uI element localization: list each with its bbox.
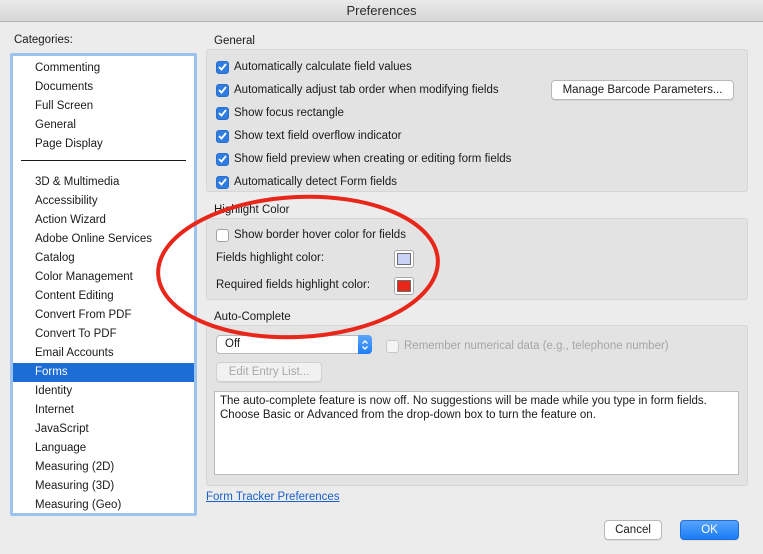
category-adobe-online-services[interactable]: Adobe Online Services [13,230,194,249]
checkmark-icon [218,155,227,163]
ok-button[interactable]: OK [680,520,739,540]
checkbox-auto-calculate[interactable] [216,60,229,74]
category-full-screen[interactable]: Full Screen [13,97,194,116]
autocomplete-section-title: Auto-Complete [214,311,291,323]
autocomplete-select-value: Off [225,338,241,350]
option-label: Remember numerical data (e.g., telephone… [404,340,669,352]
fields-highlight-label: Fields highlight color: [216,252,325,264]
form-tracker-preferences-link[interactable]: Form Tracker Preferences [206,491,340,503]
option-label: Show text field overflow indicator [234,130,402,142]
category-convert-to-pdf[interactable]: Convert To PDF [13,325,194,344]
category-convert-from-pdf[interactable]: Convert From PDF [13,306,194,325]
category-action-wizard[interactable]: Action Wizard [13,211,194,230]
title-bar: Preferences [0,0,763,22]
updown-chevron-icon [358,335,372,354]
category-commenting[interactable]: Commenting [13,59,194,78]
checkmark-icon [218,86,227,94]
checkbox-field-preview[interactable] [216,152,229,166]
fields-highlight-color-fill [397,253,411,265]
required-highlight-color-fill [397,280,411,292]
category-identity[interactable]: Identity [13,382,194,401]
manage-barcode-button[interactable]: Manage Barcode Parameters... [551,80,734,100]
category-internet[interactable]: Internet [13,401,194,420]
option-field-preview[interactable]: Show field preview when creating or edit… [216,151,511,167]
category-javascript[interactable]: JavaScript [13,420,194,439]
option-border-hover[interactable]: Show border hover color for fields [216,227,406,243]
checkbox-adjust-tab-order[interactable] [216,83,229,97]
category-3d-multimedia[interactable]: 3D & Multimedia [13,173,194,192]
category-general[interactable]: General [13,116,194,135]
required-highlight-label: Required fields highlight color: [216,279,371,291]
required-highlight-color-swatch[interactable] [394,277,414,295]
categories-list[interactable]: Commenting Documents Full Screen General… [10,53,197,516]
checkmark-icon [218,63,227,71]
option-focus-rectangle[interactable]: Show focus rectangle [216,105,344,121]
option-detect-form-fields[interactable]: Automatically detect Form fields [216,174,397,190]
autocomplete-description: The auto-complete feature is now off. No… [214,391,739,475]
category-language[interactable]: Language [13,439,194,458]
option-overflow-indicator[interactable]: Show text field overflow indicator [216,128,401,144]
category-measuring-2d[interactable]: Measuring (2D) [13,458,194,477]
category-content-editing[interactable]: Content Editing [13,287,194,306]
checkmark-icon [218,178,227,186]
window-title: Preferences [346,3,417,18]
checkbox-detect-form-fields[interactable] [216,175,229,189]
highlight-section-title: Highlight Color [214,204,290,216]
option-remember-numerical[interactable]: Remember numerical data (e.g., telephone… [386,338,669,354]
checkmark-icon [218,109,227,117]
option-label: Automatically adjust tab order when modi… [234,84,499,96]
option-adjust-tab-order[interactable]: Automatically adjust tab order when modi… [216,82,499,98]
option-auto-calculate[interactable]: Automatically calculate field values [216,59,412,75]
checkbox-remember-numerical[interactable] [386,339,399,353]
general-section-title: General [214,35,255,47]
category-color-management[interactable]: Color Management [13,268,194,287]
categories-label: Categories: [14,34,73,46]
option-label: Automatically calculate field values [234,61,412,73]
option-label: Show field preview when creating or edit… [234,153,512,165]
option-label: Show focus rectangle [234,107,344,119]
category-email-accounts[interactable]: Email Accounts [13,344,194,363]
checkbox-overflow-indicator[interactable] [216,129,229,143]
option-label: Automatically detect Form fields [234,176,397,188]
checkbox-border-hover[interactable] [216,228,229,242]
category-separator [21,160,186,161]
category-catalog[interactable]: Catalog [13,249,194,268]
cancel-button[interactable]: Cancel [604,520,662,540]
fields-highlight-color-swatch[interactable] [394,250,414,268]
option-label: Show border hover color for fields [234,229,406,241]
category-page-display[interactable]: Page Display [13,135,194,154]
category-measuring-geo[interactable]: Measuring (Geo) [13,496,194,513]
category-measuring-3d[interactable]: Measuring (3D) [13,477,194,496]
checkmark-icon [218,132,227,140]
checkbox-focus-rectangle[interactable] [216,106,229,120]
edit-entry-list-button[interactable]: Edit Entry List... [216,362,322,382]
category-documents[interactable]: Documents [13,78,194,97]
category-accessibility[interactable]: Accessibility [13,192,194,211]
category-forms[interactable]: Forms [13,363,194,382]
autocomplete-select[interactable]: Off [216,335,372,354]
